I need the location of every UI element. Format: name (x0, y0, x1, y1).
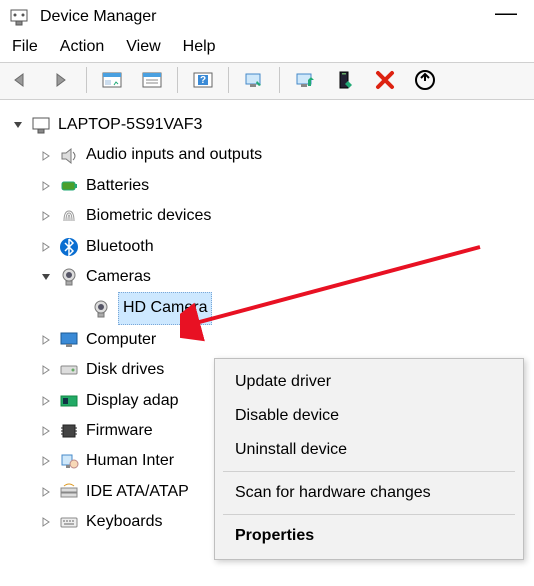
tree-item-label: IDE ATA/ATAP (86, 477, 189, 507)
update-driver-button[interactable] (408, 65, 442, 95)
expander-icon[interactable] (38, 181, 54, 191)
display-adapter-icon (58, 390, 80, 412)
tree-item-label: Human Inter (86, 446, 174, 476)
expander-icon[interactable] (38, 426, 54, 436)
expander-icon[interactable] (38, 487, 54, 497)
ide-icon (58, 481, 80, 503)
menu-action[interactable]: Action (60, 38, 104, 56)
disk-icon (58, 359, 80, 381)
monitor-icon (58, 329, 80, 351)
expander-icon[interactable] (10, 120, 26, 130)
hid-icon (58, 450, 80, 472)
tree-item-cameras[interactable]: Cameras (6, 262, 528, 292)
expander-icon[interactable] (38, 365, 54, 375)
fingerprint-icon (58, 205, 80, 227)
context-separator (223, 471, 515, 472)
tree-root-label: LAPTOP-5S91VAF3 (58, 110, 202, 140)
bluetooth-icon (58, 236, 80, 258)
menubar: File Action View Help (0, 34, 534, 62)
camera-icon (58, 266, 80, 288)
expander-icon[interactable] (38, 517, 54, 527)
expander-icon[interactable] (38, 242, 54, 252)
forward-button[interactable] (44, 65, 78, 95)
toolbar-separator (228, 67, 229, 93)
keyboard-icon (58, 511, 80, 533)
expander-icon[interactable] (38, 396, 54, 406)
tree-item-label: Keyboards (86, 507, 163, 537)
menu-help[interactable]: Help (183, 38, 216, 56)
expander-icon[interactable] (38, 211, 54, 221)
tree-root[interactable]: LAPTOP-5S91VAF3 (6, 110, 528, 140)
expander-icon[interactable] (38, 335, 54, 345)
toolbar-separator (279, 67, 280, 93)
menu-file[interactable]: File (12, 38, 38, 56)
uninstall-device-button[interactable] (368, 65, 402, 95)
speaker-icon (58, 145, 80, 167)
tree-item-computer[interactable]: Computer (6, 325, 528, 355)
context-uninstall-device[interactable]: Uninstall device (215, 433, 523, 467)
enable-device-button[interactable] (288, 65, 322, 95)
expander-icon[interactable] (38, 151, 54, 161)
toolbar-separator (86, 67, 87, 93)
back-button[interactable] (4, 65, 38, 95)
tree-item-label: Bluetooth (86, 232, 154, 262)
context-scan-hardware[interactable]: Scan for hardware changes (215, 476, 523, 510)
properties-button[interactable] (135, 65, 169, 95)
expander-icon[interactable] (38, 272, 54, 282)
minimize-button[interactable]: — (486, 8, 526, 26)
disable-device-button[interactable] (328, 65, 362, 95)
menu-view[interactable]: View (126, 38, 160, 56)
tree-item-hd-camera[interactable]: HD Camera (6, 292, 528, 324)
tree-item-label: Audio inputs and outputs (86, 140, 262, 170)
context-menu: Update driver Disable device Uninstall d… (214, 358, 524, 560)
tree-item-label: Firmware (86, 416, 153, 446)
tree-item-bluetooth[interactable]: Bluetooth (6, 232, 528, 262)
context-separator (223, 514, 515, 515)
show-hide-tree-button[interactable] (95, 65, 129, 95)
toolbar: ? (0, 62, 534, 100)
expander-icon[interactable] (38, 456, 54, 466)
svg-text:?: ? (200, 75, 206, 86)
tree-item-label: Cameras (86, 262, 151, 292)
tree-item-biometric[interactable]: Biometric devices (6, 201, 528, 231)
battery-icon (58, 175, 80, 197)
tree-item-label: HD Camera (118, 292, 212, 324)
scan-hardware-button[interactable] (237, 65, 271, 95)
tree-item-audio[interactable]: Audio inputs and outputs (6, 140, 528, 170)
tree-item-batteries[interactable]: Batteries (6, 171, 528, 201)
titlebar: Device Manager — (0, 0, 534, 34)
toolbar-separator (177, 67, 178, 93)
tree-item-label: Batteries (86, 171, 149, 201)
computer-icon (30, 114, 52, 136)
app-icon (8, 6, 30, 28)
tree-item-label: Biometric devices (86, 201, 211, 231)
chip-icon (58, 420, 80, 442)
tree-item-label: Disk drives (86, 355, 164, 385)
help-button[interactable]: ? (186, 65, 220, 95)
camera-icon (90, 298, 112, 320)
tree-item-label: Display adap (86, 386, 179, 416)
context-update-driver[interactable]: Update driver (215, 365, 523, 399)
context-properties[interactable]: Properties (215, 519, 523, 553)
context-disable-device[interactable]: Disable device (215, 399, 523, 433)
tree-item-label: Computer (86, 325, 156, 355)
window-title: Device Manager (40, 8, 157, 26)
